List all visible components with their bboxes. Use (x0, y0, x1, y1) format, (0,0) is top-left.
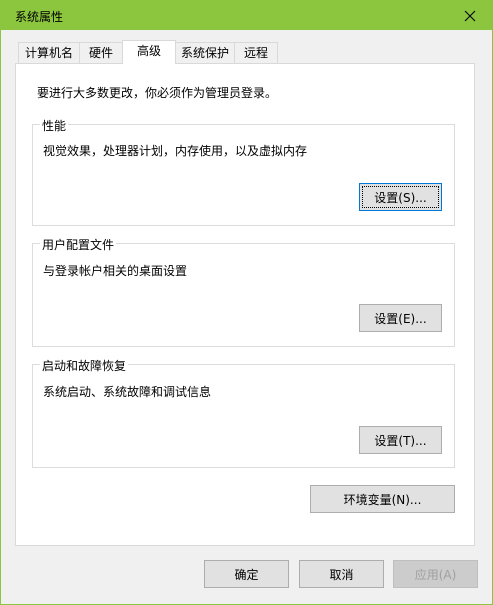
close-button[interactable] (447, 1, 492, 30)
tab-system-protection[interactable]: 系统保护 (175, 42, 235, 63)
tab-advanced[interactable]: 高级 (122, 40, 176, 64)
user-profiles-settings-button[interactable]: 设置(E)... (359, 304, 442, 332)
system-properties-window: 系统属性 计算机名 硬件 高级 系统保护 远程 要进行大多数更改，你必须作为管理… (0, 0, 493, 605)
performance-group: 性能 视觉效果，处理器计划，内存使用，以及虚拟内存 设置(S)... (32, 117, 455, 226)
startup-recovery-group: 启动和故障恢复 系统启动、系统故障和调试信息 设置(T)... (32, 357, 455, 468)
tab-strip: 计算机名 硬件 高级 系统保护 远程 (1, 30, 492, 64)
tab-computer-name[interactable]: 计算机名 (18, 42, 80, 63)
advanced-tab-panel: 要进行大多数更改，你必须作为管理员登录。 性能 视觉效果，处理器计划，内存使用，… (15, 63, 475, 546)
window-title: 系统属性 (15, 10, 64, 24)
tab-remote[interactable]: 远程 (234, 42, 278, 63)
performance-settings-button[interactable]: 设置(S)... (359, 183, 442, 211)
startup-recovery-description: 系统启动、系统故障和调试信息 (43, 385, 212, 399)
startup-recovery-settings-button[interactable]: 设置(T)... (359, 426, 442, 454)
user-profiles-group-title: 用户配置文件 (40, 236, 117, 253)
admin-note: 要进行大多数更改，你必须作为管理员登录。 (37, 86, 278, 100)
title-bar[interactable]: 系统属性 (1, 1, 492, 30)
cancel-button[interactable]: 取消 (299, 560, 384, 588)
user-profiles-group: 用户配置文件 与登录帐户相关的桌面设置 设置(E)... (32, 236, 455, 347)
performance-group-title: 性能 (40, 117, 69, 134)
apply-button[interactable]: 应用(A) (393, 560, 478, 588)
close-icon (464, 10, 475, 21)
ok-button[interactable]: 确定 (204, 560, 289, 588)
performance-description: 视觉效果，处理器计划，内存使用，以及虚拟内存 (43, 144, 308, 158)
user-profiles-description: 与登录帐户相关的桌面设置 (43, 264, 188, 278)
tab-hardware[interactable]: 硬件 (79, 42, 123, 63)
environment-variables-button[interactable]: 环境变量(N)... (310, 485, 455, 513)
startup-recovery-group-title: 启动和故障恢复 (40, 357, 129, 374)
